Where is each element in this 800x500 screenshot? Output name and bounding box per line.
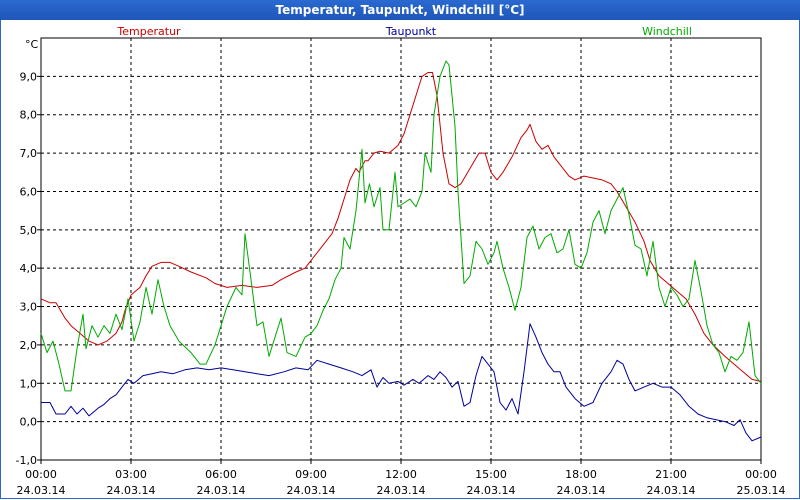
legend-windchill: Windchill — [642, 25, 692, 38]
x-tick-time: 06:00 — [205, 468, 237, 481]
x-tick-time: 09:00 — [295, 468, 327, 481]
x-tick-date: 25.03.14 — [737, 484, 786, 497]
x-tick-date: 24.03.14 — [557, 484, 606, 497]
y-tick-label: 4,0 — [20, 262, 38, 275]
y-axis-unit: °C — [25, 38, 39, 51]
y-tick-label: 3,0 — [20, 301, 38, 314]
y-tick-label: 1,0 — [20, 377, 38, 390]
x-tick-date: 24.03.14 — [17, 484, 66, 497]
x-tick-date: 24.03.14 — [467, 484, 516, 497]
y-tick-label: 6,0 — [20, 185, 38, 198]
x-tick-time: 21:00 — [655, 468, 687, 481]
x-tick-time: 00:00 — [25, 468, 57, 481]
x-tick-date: 24.03.14 — [107, 484, 156, 497]
x-tick-date: 24.03.14 — [377, 484, 426, 497]
y-tick-label: 7,0 — [20, 147, 38, 160]
x-tick-time: 18:00 — [565, 468, 597, 481]
x-tick-time: 03:00 — [115, 468, 147, 481]
legend: Temperatur Taupunkt Windchill — [116, 25, 692, 38]
legend-taupunkt: Taupunkt — [385, 25, 437, 38]
y-tick-label: 8,0 — [20, 109, 38, 122]
y-tick-label: 9,0 — [20, 70, 38, 83]
y-tick-label: -1,0 — [16, 454, 37, 467]
grid — [41, 38, 761, 460]
x-tick-date: 24.03.14 — [647, 484, 696, 497]
chart-frame: 9,0 8,0 7,0 6,0 5,0 4,0 3,0 2,0 1,0 0,0 -1,0 °C 00:0… — [0, 20, 800, 499]
x-tick-date: 24.03.14 — [197, 484, 246, 497]
x-tick-time: 00:00 — [745, 468, 777, 481]
x-tick-time: 15:00 — [475, 468, 507, 481]
y-tick-label: 2,0 — [20, 339, 38, 352]
chart-title: Temperatur, Taupunkt, Windchill [°C] — [0, 0, 800, 20]
y-tick-label: 5,0 — [20, 224, 38, 237]
x-tick-time: 12:00 — [385, 468, 417, 481]
x-tick-date: 24.03.14 — [287, 484, 336, 497]
y-tick-label: 0,0 — [20, 416, 38, 429]
axes — [37, 37, 762, 464]
line-chart: 9,0 8,0 7,0 6,0 5,0 4,0 3,0 2,0 1,0 0,0 -1,0 °C 00:0… — [16, 25, 786, 497]
legend-temperatur: Temperatur — [116, 25, 181, 38]
